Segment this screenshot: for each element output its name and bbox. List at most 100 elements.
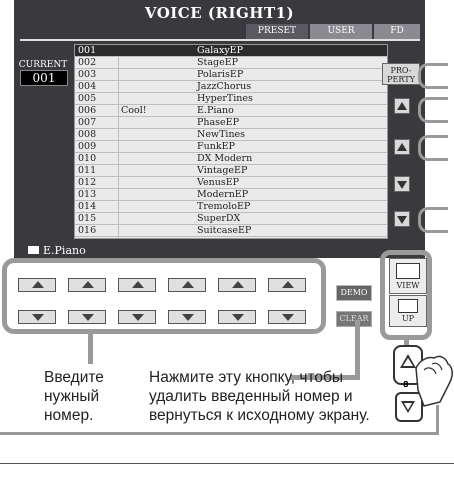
key-label: 5 <box>232 264 240 277</box>
key-cell: ↑ <box>264 264 308 296</box>
list-item[interactable]: 016 SuitcaseEP <box>75 225 387 237</box>
tab-user[interactable]: USER <box>310 24 372 39</box>
list-item[interactable]: 007 PhaseEP <box>75 117 387 129</box>
folder-path: E.Piano <box>28 244 86 257</box>
list-item-num: 012 <box>78 177 97 188</box>
arrow-up-icon <box>232 281 244 288</box>
key-label: 1 <box>32 264 40 277</box>
key-label: 0 <box>232 296 240 309</box>
list-item-name: PhaseEP <box>197 117 239 128</box>
key-cell: 5 <box>214 264 258 296</box>
arrow-down-icon <box>232 314 244 321</box>
list-item-num: 007 <box>78 117 97 128</box>
list-item[interactable]: 010 DX Modern <box>75 153 387 165</box>
list-item-name: NewTines <box>197 129 246 140</box>
list-item[interactable]: 005 HyperTines <box>75 93 387 105</box>
list-item-num: 003 <box>78 69 97 80</box>
page-down-icon <box>397 216 407 224</box>
scroll-down-button[interactable] <box>394 176 410 192</box>
list-item-num: 011 <box>78 165 97 176</box>
key-down-button[interactable] <box>118 310 156 324</box>
arrow-down-icon <box>282 314 294 321</box>
key-label: 4 <box>182 264 190 277</box>
scroll-up-button[interactable] <box>394 139 410 155</box>
key-down-button[interactable] <box>18 310 56 324</box>
list-item[interactable]: 003 PolarisEP <box>75 69 387 81</box>
page-up-callout <box>418 97 448 123</box>
list-item-name: PolarisEP <box>197 69 244 80</box>
list-item-num: 014 <box>78 201 97 212</box>
key-cell: 1 <box>14 264 58 296</box>
tab-fd[interactable]: FD <box>374 24 420 39</box>
tab-divider <box>20 39 420 41</box>
folder-up-icon <box>398 299 418 313</box>
key-down-button[interactable] <box>168 310 206 324</box>
list-item[interactable]: 015 SuperDX <box>75 213 387 225</box>
page-down-button[interactable] <box>394 211 410 227</box>
list-item-num: 010 <box>78 153 97 164</box>
connector-keypad <box>88 334 93 364</box>
list-item-name: VenusEP <box>197 177 240 188</box>
key-down-button[interactable] <box>68 310 106 324</box>
list-item[interactable]: 009 FunkEP <box>75 141 387 153</box>
list-item[interactable]: 011 VintageEP <box>75 165 387 177</box>
key-up-button[interactable] <box>168 278 206 292</box>
arrow-down-icon <box>82 314 94 321</box>
list-item-name: TremoloEP <box>197 201 251 212</box>
list-item-name: DX Modern <box>197 153 253 164</box>
current-value: 001 <box>20 70 68 86</box>
list-item[interactable]: 012 VenusEP <box>75 177 387 189</box>
list-item[interactable]: 014 TremoloEP <box>75 201 387 213</box>
key-up-button[interactable] <box>18 278 56 292</box>
key-cell: 8 <box>114 296 158 328</box>
key-up-button[interactable] <box>68 278 106 292</box>
arrow-up-icon <box>32 281 44 288</box>
list-item-num: 006 <box>78 105 97 116</box>
page-down-callout <box>418 207 448 233</box>
list-item[interactable]: 002 StageEP <box>75 57 387 69</box>
button-number: 8 <box>403 380 409 389</box>
property-label: PRO- PERTY <box>387 66 415 84</box>
clear-button[interactable]: CLEAR <box>336 311 372 327</box>
view-button[interactable]: VIEW <box>389 258 427 294</box>
key-cell: 0 <box>214 296 258 328</box>
key-label: 2 <box>82 264 90 277</box>
arrow-up-icon <box>182 281 194 288</box>
view-icon <box>396 263 420 279</box>
key-up-button[interactable] <box>268 278 306 292</box>
key-label: ↑ <box>281 264 291 277</box>
list-item[interactable]: 008 NewTines <box>75 129 387 141</box>
list-item-num: 016 <box>78 225 97 236</box>
hand-icon <box>415 355 453 407</box>
list-item[interactable]: 006 Cool! E.Piano <box>75 105 387 117</box>
current-label: CURRENT <box>18 60 68 70</box>
folder-name: E.Piano <box>43 244 86 257</box>
arrow-up-icon <box>132 281 144 288</box>
list-item[interactable]: 001 GalaxyEP <box>75 45 387 57</box>
up-button[interactable]: UP <box>389 295 427 327</box>
arrow-up-icon <box>282 281 294 288</box>
list-item-name: ModernEP <box>197 189 249 200</box>
key-down-button[interactable] <box>218 310 256 324</box>
tab-preset[interactable]: PRESET <box>246 24 308 39</box>
bottom-rule <box>0 463 454 464</box>
key-up-button[interactable] <box>218 278 256 292</box>
scroll-up-icon <box>397 143 407 151</box>
caption-clear-hint: Нажмите эту кнопку, чтобы удалить введен… <box>149 369 370 424</box>
page-up-button[interactable] <box>394 98 410 114</box>
list-item-num: 009 <box>78 141 97 152</box>
key-label: 6 <box>32 296 40 309</box>
key-cell: ↓ <box>264 296 308 328</box>
key-up-button[interactable] <box>118 278 156 292</box>
list-item-name: SuitcaseEP <box>197 225 252 236</box>
list-item-name: GalaxyEP <box>197 45 244 56</box>
list-item-num: 013 <box>78 189 97 200</box>
view-label: VIEW <box>396 281 420 290</box>
property-button[interactable]: PRO- PERTY <box>382 63 420 85</box>
list-item[interactable]: 004 JazzChorus <box>75 81 387 93</box>
key-label: 8 <box>132 296 140 309</box>
list-item[interactable]: 013 ModernEP <box>75 189 387 201</box>
demo-button[interactable]: DEMO <box>336 285 372 301</box>
key-down-button[interactable] <box>268 310 306 324</box>
arrow-down-icon <box>132 314 144 321</box>
